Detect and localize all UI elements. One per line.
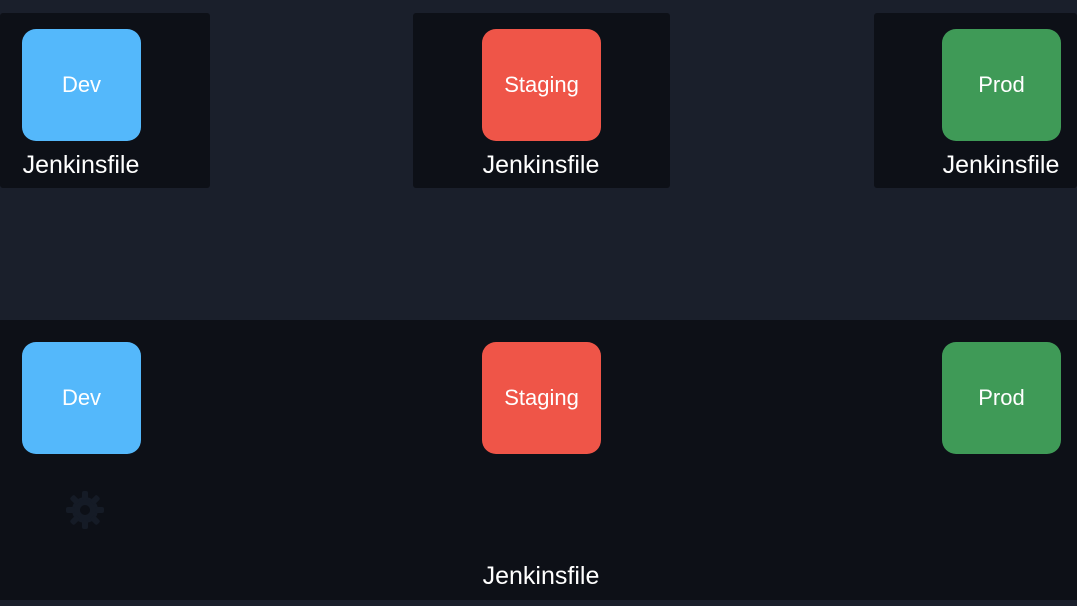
shared-jenkinsfile-label: Jenkinsfile (482, 562, 600, 590)
prod-jenkinsfile-label: Jenkinsfile (942, 151, 1060, 179)
shared-dev-env-label: Dev (61, 385, 102, 410)
dev-jenkinsfile-label: Jenkinsfile (22, 151, 140, 179)
staging-jenkinsfile-label: Jenkinsfile (482, 151, 600, 179)
staging-env-box: Staging (482, 29, 601, 141)
shared-dev-env-box: Dev (22, 342, 141, 454)
prod-env-box: Prod (942, 29, 1061, 141)
dev-env-label: Dev (61, 72, 102, 97)
diagram-canvas: Dev Jenkinsfile Staging Jenkinsfile Prod… (0, 0, 1077, 606)
shared-staging-env-box: Staging (482, 342, 601, 454)
staging-env-label: Staging (504, 72, 579, 97)
dev-env-box: Dev (22, 29, 141, 141)
gear-icon (66, 491, 104, 529)
prod-env-label: Prod (978, 72, 1025, 97)
shared-prod-env-label: Prod (978, 385, 1025, 410)
shared-staging-env-label: Staging (504, 385, 579, 410)
shared-prod-env-box: Prod (942, 342, 1061, 454)
